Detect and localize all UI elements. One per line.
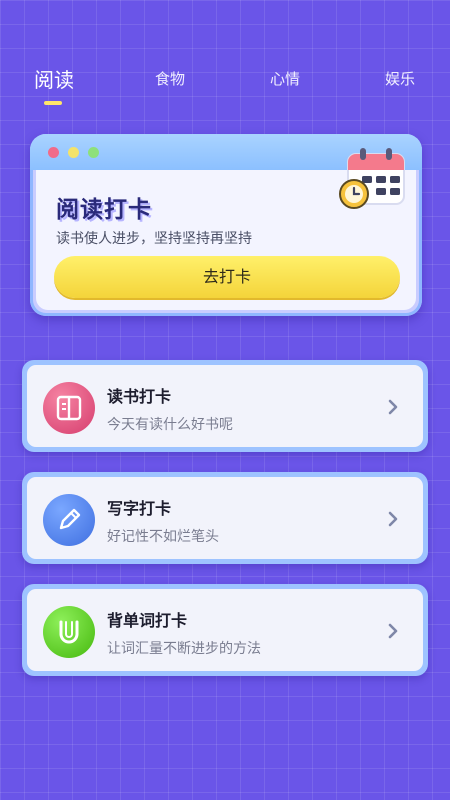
active-tab-indicator xyxy=(44,101,62,105)
chevron-right-icon xyxy=(388,399,398,415)
calendar-clock-icon xyxy=(339,148,405,209)
tab-entertainment[interactable]: 娱乐 xyxy=(385,68,415,89)
chevron-right-icon xyxy=(388,511,398,527)
category-tabs: 阅读 食物 心情 娱乐 xyxy=(0,68,450,112)
go-checkin-button[interactable]: 去打卡 xyxy=(54,256,400,298)
letter-u-icon xyxy=(43,606,95,658)
chevron-right-icon xyxy=(388,623,398,639)
list-item-body: 读书打卡 今天有读什么好书呢 xyxy=(27,365,423,447)
tab-food[interactable]: 食物 xyxy=(155,68,185,89)
item-title: 背单词打卡 xyxy=(107,611,188,630)
pencil-icon xyxy=(43,494,95,546)
item-description: 今天有读什么好书呢 xyxy=(107,417,233,433)
tab-reading[interactable]: 阅读 xyxy=(34,64,74,93)
tab-mood[interactable]: 心情 xyxy=(270,68,300,89)
item-title: 写字打卡 xyxy=(107,499,172,518)
window-dot-yellow xyxy=(68,147,79,158)
item-title: 读书打卡 xyxy=(107,387,172,406)
item-description: 好记性不如烂笔头 xyxy=(107,529,219,545)
window-dot-red xyxy=(48,147,59,158)
list-item-reading[interactable]: 读书打卡 今天有读什么好书呢 xyxy=(22,360,428,452)
book-icon xyxy=(43,382,95,434)
list-item-body: 背单词打卡 让词汇量不断进步的方法 xyxy=(27,589,423,671)
list-item-writing[interactable]: 写字打卡 好记性不如烂笔头 xyxy=(22,472,428,564)
list-item-body: 写字打卡 好记性不如烂笔头 xyxy=(27,477,423,559)
card-title: 阅读打卡 xyxy=(56,197,152,223)
item-description: 让词汇量不断进步的方法 xyxy=(107,641,261,657)
window-dot-green xyxy=(88,147,99,158)
list-item-vocabulary[interactable]: 背单词打卡 让词汇量不断进步的方法 xyxy=(22,584,428,676)
card-subtitle: 读书使人进步，坚持坚持再坚持 xyxy=(56,231,252,247)
